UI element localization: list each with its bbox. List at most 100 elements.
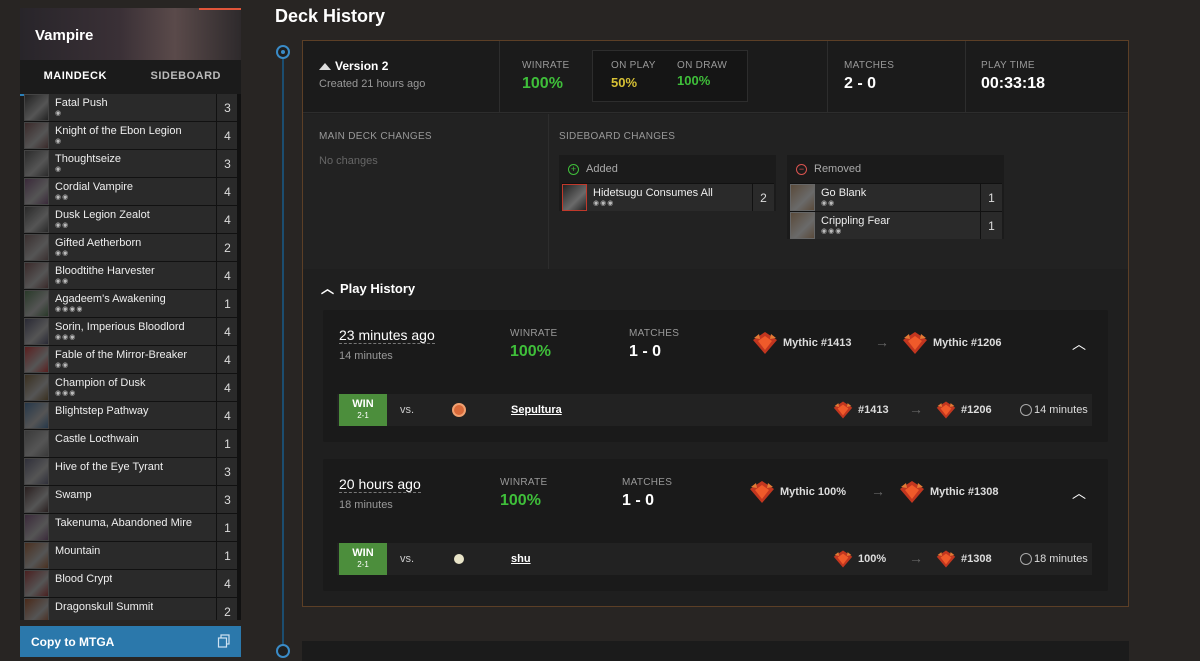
- timeline-dot-current[interactable]: [276, 45, 290, 59]
- card-name: Crippling Fear: [821, 215, 891, 227]
- card-count: 4: [216, 374, 238, 401]
- version-winrate-cell: WINRATE 100% ON PLAY 50% ON DRAW 100%: [500, 41, 828, 113]
- copy-button-label: Copy to MTGA: [31, 635, 115, 649]
- card-count: 3: [216, 458, 238, 485]
- added-title: + Added: [559, 155, 776, 183]
- deck-card-row[interactable]: Sorin, Imperious Bloodlord ◉◉◉ 4: [24, 318, 241, 346]
- card-mana-cost: ◉◉◉: [55, 390, 77, 397]
- deck-card-row[interactable]: Blightstep Pathway 4: [24, 402, 241, 430]
- tab-sideboard[interactable]: SIDEBOARD: [131, 60, 242, 96]
- deck-card-row[interactable]: Takenuma, Abandoned Mire 1: [24, 514, 241, 542]
- change-card-row[interactable]: Hidetsugu Consumes All ◉◉◉ 2: [562, 183, 774, 211]
- session-time[interactable]: 23 minutes ago: [339, 327, 435, 344]
- session-rank-end: Mythic #1308: [898, 479, 998, 505]
- tab-maindeck[interactable]: MAINDECK: [20, 60, 131, 96]
- deck-card-row[interactable]: Hive of the Eye Tyrant 3: [24, 458, 241, 486]
- deck-card: Champion of Dusk ◉◉◉: [24, 374, 216, 401]
- copy-to-mtga-button[interactable]: Copy to MTGA: [20, 626, 241, 657]
- card-info: Blightstep Pathway: [49, 402, 149, 429]
- card-count: 2: [216, 234, 238, 261]
- card-name: Gifted Aetherborn: [55, 237, 142, 249]
- change-card-row[interactable]: Crippling Fear ◉◉◉ 1: [790, 211, 1002, 239]
- match-rank-end-label: #1308: [961, 553, 992, 565]
- card-count: 4: [216, 570, 238, 597]
- session-time[interactable]: 20 hours ago: [339, 476, 421, 493]
- deck-tabs: MAINDECK SIDEBOARD: [20, 60, 241, 96]
- session-winrate: 100%: [510, 343, 551, 360]
- deck-card-row[interactable]: Champion of Dusk ◉◉◉ 4: [24, 374, 241, 402]
- card-count: 1: [216, 430, 238, 457]
- deck-card: Fable of the Mirror-Breaker ◉◉: [24, 346, 216, 373]
- card-count: 4: [216, 122, 238, 149]
- play-history-title: Play History: [340, 281, 416, 296]
- chevron-up-icon: ︿: [321, 281, 335, 296]
- on-play-value: 50%: [611, 75, 638, 90]
- card-info: Thoughtseize ◉: [49, 150, 121, 177]
- arrow-right-icon: →: [871, 483, 885, 499]
- deck-card-row[interactable]: Fable of the Mirror-Breaker ◉◉ 4: [24, 346, 241, 374]
- deck-card-row[interactable]: Mountain 1: [24, 542, 241, 570]
- change-card-row[interactable]: Go Blank ◉◉ 1: [790, 183, 1002, 211]
- collapse-chevron-icon[interactable]: ︿: [1072, 483, 1086, 503]
- deck-card-row[interactable]: Gifted Aetherborn ◉◉ 2: [24, 234, 241, 262]
- card-count: 4: [216, 262, 238, 289]
- previous-version-panel: [302, 641, 1129, 661]
- collapse-chevron-icon[interactable]: ︿: [1072, 334, 1086, 354]
- card-art: [24, 206, 49, 233]
- rank-start-label: Mythic #1413: [783, 337, 852, 349]
- match-row[interactable]: WIN 2-1 vs. shu 100% → #1308 18 minutes: [337, 543, 1092, 575]
- rank-start-label: Mythic 100%: [780, 486, 847, 498]
- deck-card: Thoughtseize ◉: [24, 150, 216, 177]
- version-name: Version 2: [319, 59, 499, 73]
- card-count: 1: [216, 290, 238, 317]
- play-history-toggle[interactable]: ︿ Play History: [321, 278, 415, 297]
- card-art: [24, 402, 49, 429]
- card-name: Fatal Push: [55, 97, 108, 109]
- deck-card-row[interactable]: Blood Crypt 4: [24, 570, 241, 598]
- deck-card-row[interactable]: Cordial Vampire ◉◉ 4: [24, 178, 241, 206]
- card-name: Go Blank: [821, 187, 867, 199]
- deck-card-row[interactable]: Agadeem's Awakening ◉◉◉◉ 1: [24, 290, 241, 318]
- card-count: 2: [216, 598, 238, 620]
- session-matches-label: MATCHES: [629, 328, 680, 339]
- vs-label: vs.: [400, 404, 415, 416]
- added-list: Hidetsugu Consumes All ◉◉◉ 2: [559, 183, 776, 211]
- deck-card-row[interactable]: Dragonskull Summit 2: [24, 598, 241, 620]
- main-deck-changes: MAIN DECK CHANGES No changes: [303, 114, 549, 269]
- card-count: 1: [980, 212, 1002, 239]
- matches-value: 2 - 0: [844, 75, 877, 92]
- card-count: 4: [216, 402, 238, 429]
- card-info: Dragonskull Summit: [49, 598, 153, 620]
- session-duration: 18 minutes: [339, 499, 393, 511]
- opponent-name[interactable]: Sepultura: [511, 404, 562, 416]
- card-mana-cost: ◉◉: [55, 250, 70, 257]
- deck-card: Gifted Aetherborn ◉◉: [24, 234, 216, 261]
- opponent-name[interactable]: shu: [511, 553, 531, 565]
- session-rank-end: Mythic #1206: [901, 330, 1001, 356]
- timeline-dot-previous[interactable]: [276, 644, 290, 658]
- timeline-line: [282, 52, 284, 652]
- card-info: Blood Crypt: [49, 570, 112, 597]
- deck-card-row[interactable]: Knight of the Ebon Legion ◉ 4: [24, 122, 241, 150]
- deck-card-row[interactable]: Bloodtithe Harvester ◉◉ 4: [24, 262, 241, 290]
- deck-card-row[interactable]: Dusk Legion Zealot ◉◉ 4: [24, 206, 241, 234]
- card-art: [790, 184, 815, 211]
- card-mana-cost: ◉: [55, 110, 63, 117]
- minus-icon: −: [796, 164, 807, 175]
- session-duration: 14 minutes: [339, 350, 393, 362]
- match-row[interactable]: WIN 2-1 vs. Sepultura #1413 → #1206 14 m…: [337, 394, 1092, 426]
- session-matches: 1 - 0: [629, 343, 662, 360]
- onplay-ondraw-box: ON PLAY 50% ON DRAW 100%: [592, 50, 748, 102]
- deck-card-row[interactable]: Fatal Push ◉ 3: [24, 94, 241, 122]
- deck-card-row[interactable]: Castle Locthwain 1: [24, 430, 241, 458]
- match-result: WIN: [352, 398, 374, 410]
- deck-card-row[interactable]: Thoughtseize ◉ 3: [24, 150, 241, 178]
- card-mana-cost: ◉◉: [55, 362, 70, 369]
- card-name: Fable of the Mirror-Breaker: [55, 349, 188, 361]
- card-mana-cost: ◉◉◉: [821, 228, 843, 235]
- card-mana-cost: ◉◉: [55, 194, 70, 201]
- deck-card-row[interactable]: Swamp 3: [24, 486, 241, 514]
- card-list-scrollbar[interactable]: [237, 94, 241, 620]
- match-rank-start: 100%: [832, 549, 886, 569]
- deck-card: Knight of the Ebon Legion ◉: [24, 122, 216, 149]
